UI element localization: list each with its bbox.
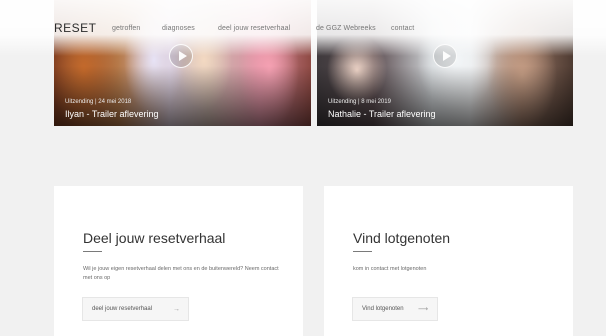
button-label: Vind lotgenoten	[362, 306, 404, 312]
nav-link-contact[interactable]: contact	[391, 25, 414, 32]
top-navigation: RESET getroffen diagnoses deel jouw rese…	[0, 0, 606, 56]
nav-link-deel-jouw-resetverhaal[interactable]: deel jouw resetverhaal	[218, 25, 290, 32]
video-date: Uitzending | 8 mei 2019	[328, 99, 391, 105]
video-date: Uitzending | 24 mei 2018	[65, 99, 132, 105]
nav-link-webreeks[interactable]: de GGZ Webreeks	[316, 25, 376, 32]
nav-link-getroffen[interactable]: getroffen	[112, 25, 140, 32]
button-label: deel jouw resetverhaal	[92, 306, 153, 312]
card-title: Vind lotgenoten	[353, 230, 451, 246]
arrow-right-icon: →	[173, 306, 180, 313]
title-divider	[83, 251, 102, 252]
find-peers-button[interactable]: Vind lotgenoten ⟶	[352, 297, 438, 321]
title-divider	[353, 251, 372, 252]
video-title[interactable]: Ilyan - Trailer aflevering	[65, 109, 159, 119]
video-title[interactable]: Nathalie - Trailer aflevering	[328, 109, 436, 119]
card-title: Deel jouw resetverhaal	[83, 230, 226, 246]
page: { "nav": { "brand": "RESET", "links": [ …	[0, 0, 606, 336]
card-description: Wil je jouw eigen resetverhaal delen met…	[83, 266, 279, 281]
nav-link-diagnoses[interactable]: diagnoses	[162, 25, 195, 32]
arrow-right-icon: ⟶	[417, 306, 428, 313]
card-description: kom in contact met lotgenoten	[353, 266, 427, 272]
site-logo[interactable]: RESET	[54, 21, 97, 35]
card-share-story: Deel jouw resetverhaal Wil je jouw eigen…	[54, 186, 303, 336]
card-find-peers: Vind lotgenoten kom in contact met lotge…	[324, 186, 573, 336]
share-story-button[interactable]: deel jouw resetverhaal →	[82, 297, 189, 321]
